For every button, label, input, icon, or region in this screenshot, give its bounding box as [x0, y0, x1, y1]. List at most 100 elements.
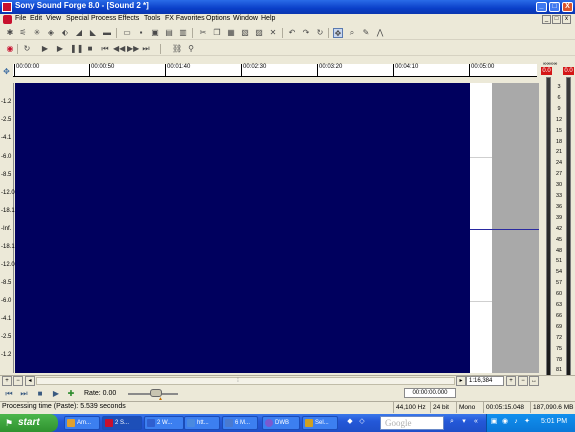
- zoom-in-button[interactable]: +: [2, 376, 12, 386]
- menu-tools[interactable]: Tools: [144, 15, 160, 22]
- channels[interactable]: Mono: [456, 402, 482, 413]
- pause-icon[interactable]: ❚❚: [70, 44, 83, 54]
- rewind-icon[interactable]: ◀◀: [113, 44, 125, 54]
- selection-length[interactable]: 1:16,384: [466, 376, 504, 386]
- cursor-time[interactable]: 00:00:00.000: [404, 388, 456, 398]
- crop-icon[interactable]: ▨: [254, 28, 264, 38]
- go-to-start-icon[interactable]: ⏮: [100, 44, 110, 54]
- sample-rate[interactable]: 44,100 Hz: [393, 402, 433, 413]
- menu-help[interactable]: Help: [261, 15, 275, 22]
- zoom-fit-button[interactable]: ↔: [529, 376, 539, 386]
- mix-icon[interactable]: ▧: [240, 28, 250, 38]
- maximize-button[interactable]: □: [549, 2, 560, 12]
- play-all-icon[interactable]: ✚: [66, 389, 76, 399]
- time-zoom-in-button[interactable]: +: [506, 376, 516, 386]
- go-to-end-icon[interactable]: ⏭: [19, 389, 29, 399]
- undo-icon[interactable]: ↶: [287, 28, 297, 38]
- volume-icon[interactable]: ♪: [512, 418, 520, 426]
- quicklaunch-icon[interactable]: ◆: [346, 418, 354, 426]
- bit-depth[interactable]: 24 bit: [430, 402, 454, 413]
- antivirus-icon[interactable]: ◉: [501, 418, 509, 426]
- document-icon[interactable]: [3, 15, 12, 24]
- fade-icon[interactable]: ⬖: [60, 28, 70, 38]
- repeat-icon[interactable]: ↻: [315, 28, 325, 38]
- fast-forward-icon[interactable]: ▶▶: [127, 44, 139, 54]
- trim-icon[interactable]: ✕: [268, 28, 278, 38]
- menu-process[interactable]: Process: [91, 15, 116, 22]
- properties-icon[interactable]: ▤: [164, 28, 174, 38]
- task-button[interactable]: DWB: [262, 416, 300, 430]
- sparkle-icon[interactable]: ✳: [32, 28, 42, 38]
- google-search-box[interactable]: Google: [380, 416, 444, 430]
- save-icon[interactable]: ▪: [136, 28, 146, 38]
- menu-window[interactable]: Window: [233, 15, 258, 22]
- scroll-thumb[interactable]: ⁞: [234, 377, 242, 385]
- menu-effects[interactable]: Effects: [118, 15, 139, 22]
- link-icon[interactable]: ⚲: [186, 44, 196, 54]
- waveform-empty-area[interactable]: [492, 83, 539, 373]
- cut-icon[interactable]: ✂: [198, 28, 208, 38]
- new-icon[interactable]: ✱: [5, 28, 15, 38]
- peak-left[interactable]: 0.0: [541, 67, 552, 75]
- menu-special[interactable]: Special: [66, 15, 89, 22]
- save-as-icon[interactable]: ▣: [150, 28, 160, 38]
- play-icon[interactable]: ▶: [51, 389, 61, 399]
- loop-icon[interactable]: ↻: [22, 44, 32, 54]
- menu-view[interactable]: View: [46, 15, 61, 22]
- menu-fx-favorites[interactable]: FX Favorites: [165, 15, 205, 22]
- peak-right[interactable]: 0.0: [563, 67, 574, 75]
- minimize-button[interactable]: _: [536, 2, 547, 12]
- plugin-chain-icon[interactable]: ⛓: [172, 44, 182, 54]
- task-button[interactable]: Am...: [64, 416, 100, 430]
- waveform-unselected[interactable]: [470, 83, 492, 373]
- time-zoom-out-button[interactable]: −: [518, 376, 528, 386]
- quicklaunch-icon[interactable]: ◇: [358, 418, 366, 426]
- task-button[interactable]: Sel...: [302, 416, 338, 430]
- scroll-left-button[interactable]: ◂: [25, 376, 35, 386]
- stop-icon[interactable]: ■: [35, 389, 45, 399]
- mute-icon[interactable]: ▬: [102, 28, 112, 38]
- fade-in-icon[interactable]: ◢: [74, 28, 84, 38]
- wave-tool-icon[interactable]: ⚟: [18, 28, 28, 38]
- horizontal-scrollbar[interactable]: [36, 377, 455, 385]
- play-icon[interactable]: ▶: [55, 44, 65, 54]
- task-button[interactable]: htt...: [184, 416, 220, 430]
- edit-tool-icon[interactable]: ✥: [333, 28, 343, 38]
- menu-file[interactable]: File: [15, 15, 26, 22]
- search-options-icon[interactable]: ▾: [460, 418, 468, 426]
- task-button[interactable]: 6 M...: [222, 416, 258, 430]
- doc-close-button[interactable]: x: [562, 15, 571, 24]
- task-button[interactable]: 2 W...: [144, 416, 184, 430]
- redo-icon[interactable]: ↷: [301, 28, 311, 38]
- menu-edit[interactable]: Edit: [30, 15, 42, 22]
- collapse-icon[interactable]: «: [472, 418, 480, 426]
- clock[interactable]: 5:01 PM: [541, 418, 567, 425]
- magnify-tool-icon[interactable]: ⌕: [347, 28, 357, 38]
- waveform-selection[interactable]: [15, 83, 470, 373]
- stop-icon[interactable]: ■: [85, 44, 95, 54]
- doc-restore-button[interactable]: □: [552, 15, 561, 24]
- paste-icon[interactable]: ▦: [226, 28, 236, 38]
- ruler-options-icon[interactable]: ✥: [2, 67, 11, 76]
- go-to-start-icon[interactable]: ⏮: [4, 389, 14, 399]
- envelope-tool-icon[interactable]: ⋀: [375, 28, 385, 38]
- record-icon[interactable]: ◉: [5, 44, 15, 54]
- normalize-icon[interactable]: ◈: [46, 28, 56, 38]
- copy-icon[interactable]: ❐: [212, 28, 222, 38]
- doc-minimize-button[interactable]: _: [542, 15, 551, 24]
- update-icon[interactable]: ✦: [523, 418, 531, 426]
- app-icon[interactable]: [2, 2, 12, 12]
- zoom-out-button[interactable]: −: [13, 376, 23, 386]
- network-icon[interactable]: ▣: [490, 418, 498, 426]
- render-icon[interactable]: ▥: [178, 28, 188, 38]
- menu-options[interactable]: Options: [206, 15, 230, 22]
- pencil-tool-icon[interactable]: ✎: [361, 28, 371, 38]
- close-button[interactable]: X: [562, 2, 573, 12]
- go-to-end-icon[interactable]: ⏭: [141, 44, 151, 54]
- fade-out-icon[interactable]: ◣: [88, 28, 98, 38]
- play-all-icon[interactable]: ▶: [40, 44, 50, 54]
- search-icon[interactable]: ⌕: [448, 418, 456, 426]
- open-folder-icon[interactable]: ▭: [122, 28, 132, 38]
- time-ruler[interactable]: 00:00:00 00:00:50 00:01:40 00:02:30 00:0…: [13, 64, 537, 77]
- task-button-active[interactable]: 2 S...: [102, 416, 142, 430]
